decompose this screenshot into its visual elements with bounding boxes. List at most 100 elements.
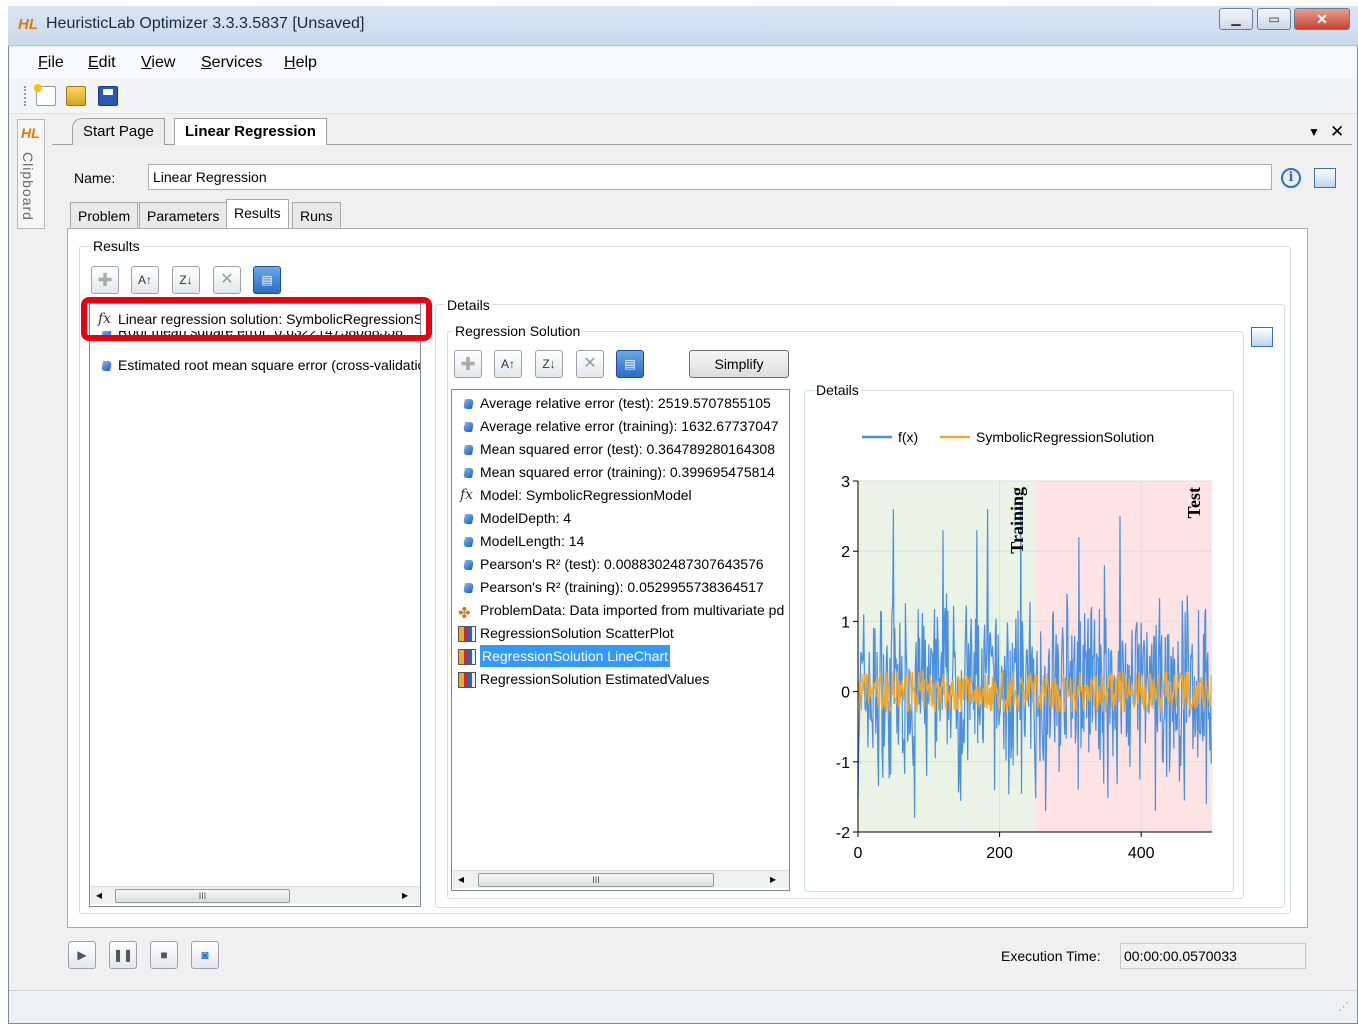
- scroll-left-arrow[interactable]: ◂: [96, 888, 102, 902]
- tab-parameters[interactable]: Parameters: [139, 202, 228, 228]
- tab-problem[interactable]: Problem: [70, 202, 139, 228]
- scroll-thumb[interactable]: III: [478, 873, 714, 887]
- chart-icon: [458, 672, 476, 688]
- list-item[interactable]: fx Model: SymbolicRegressionModel: [452, 484, 789, 507]
- play-button[interactable]: ▶: [68, 941, 96, 969]
- list-item[interactable]: Estimated root mean square error (cross-…: [90, 354, 420, 377]
- list-item[interactable]: ModelDepth: 4: [452, 507, 789, 530]
- sort-descending-button-solution[interactable]: Z↓: [535, 350, 563, 378]
- list-item[interactable]: Average relative error (training): 1632.…: [452, 415, 789, 438]
- tab-linear-regression[interactable]: Linear Regression: [174, 118, 327, 146]
- close-tab-icon[interactable]: ✕: [1330, 122, 1344, 142]
- scroll-left-arrow[interactable]: ◂: [458, 872, 464, 886]
- regression-solution-title: Regression Solution: [453, 323, 583, 339]
- tab-results[interactable]: Results: [226, 199, 289, 229]
- list-item[interactable]: Pearson's R² (training): 0.0529955738364…: [452, 576, 789, 599]
- menu-help[interactable]: Help: [284, 54, 317, 72]
- name-label: Name:: [74, 170, 116, 186]
- add-button-solution[interactable]: ✚: [454, 350, 482, 378]
- list-item[interactable]: ✤ ProblemData: Data imported from multiva…: [452, 599, 789, 622]
- reset-button[interactable]: ◙: [191, 941, 219, 969]
- highlight-annotation: [81, 297, 432, 341]
- view-host-icon-details[interactable]: [1251, 327, 1273, 347]
- legend-solution-label: SymbolicRegressionSolution: [976, 429, 1154, 445]
- y-tick-label: -1: [836, 755, 850, 772]
- list-item[interactable]: RegressionSolution EstimatedValues: [452, 668, 789, 691]
- y-tick-label: 0: [841, 685, 850, 702]
- stop-button[interactable]: ■: [150, 941, 178, 969]
- remove-button-solution[interactable]: ✕: [576, 350, 604, 378]
- scroll-right-arrow[interactable]: ▸: [402, 888, 408, 902]
- result-value-icon: [462, 560, 475, 570]
- x-tick-label: 0: [854, 845, 863, 862]
- y-tick-label: 3: [841, 474, 850, 491]
- line-chart[interactable]: f(x) SymbolicRegressionSolution 3 2 1 0 -1 -2…: [806, 398, 1232, 890]
- pause-button[interactable]: ❚❚: [109, 941, 137, 969]
- status-bar: [9, 990, 1357, 1022]
- list-item[interactable]: Pearson's R² (test): 0.00883024873076435…: [452, 553, 789, 576]
- save-icon[interactable]: [98, 86, 118, 106]
- tab-runs[interactable]: Runs: [292, 202, 341, 228]
- simplify-button[interactable]: Simplify: [689, 350, 789, 378]
- window-title: HeuristicLab Optimizer 3.3.3.5837 [Unsav…: [46, 15, 365, 32]
- results-list[interactable]: fx Linear regression solution: SymbolicRe…: [89, 303, 421, 907]
- results-title: Results: [91, 238, 142, 254]
- solution-hscrollbar[interactable]: ◂ III ▸: [452, 870, 789, 888]
- list-item[interactable]: Average relative error (test): 2519.5707…: [452, 392, 789, 415]
- name-input[interactable]: Linear Regression: [148, 164, 1272, 190]
- resize-grip-icon[interactable]: ⋰: [1338, 1000, 1349, 1013]
- result-value-icon: [462, 537, 475, 547]
- menu-services[interactable]: Services: [201, 54, 262, 72]
- plot-area: 3210-1-20 200 400Training Test: [836, 474, 1212, 862]
- solution-list[interactable]: Average relative error (test): 2519.5707…: [451, 389, 790, 891]
- sort-descending-button[interactable]: Z↓: [172, 266, 200, 294]
- list-item[interactable]: Mean squared error (training): 0.3996954…: [452, 461, 789, 484]
- chart-details-title: Details: [814, 382, 861, 398]
- remove-button[interactable]: ✕: [213, 266, 241, 294]
- menu-file[interactable]: File: [38, 54, 64, 72]
- scroll-thumb[interactable]: III: [115, 889, 290, 903]
- execution-time-label: Execution Time:: [1001, 948, 1101, 964]
- problem-data-icon: ✤: [458, 605, 471, 622]
- view-host-icon[interactable]: [1314, 168, 1336, 188]
- menu-view[interactable]: View: [141, 54, 175, 72]
- show-details-button-solution[interactable]: ▤: [616, 350, 644, 378]
- y-tick-label: 1: [841, 614, 850, 631]
- region-label-training: Training: [1007, 487, 1027, 554]
- toolbar: [9, 80, 1357, 114]
- result-value-icon: [462, 399, 475, 409]
- result-value-icon: [462, 445, 475, 455]
- x-tick-label: 200: [986, 845, 1013, 862]
- maximize-button[interactable]: ▭: [1257, 8, 1291, 30]
- sort-ascending-button-solution[interactable]: A↑: [494, 350, 522, 378]
- tab-dropdown-icon[interactable]: ▼: [1308, 125, 1320, 139]
- scroll-right-arrow[interactable]: ▸: [770, 872, 776, 886]
- result-value-icon: [462, 583, 475, 593]
- execution-time-value: 00:00:00.0570033: [1120, 943, 1306, 969]
- results-hscrollbar[interactable]: ◂ III ▸: [90, 886, 420, 904]
- new-icon[interactable]: [34, 84, 56, 106]
- result-value-icon: [462, 422, 475, 432]
- region-label-test: Test: [1184, 487, 1204, 518]
- show-details-button[interactable]: ▤: [253, 266, 281, 294]
- list-item[interactable]: Mean squared error (test): 0.36478928016…: [452, 438, 789, 461]
- toolbar-grip: [24, 86, 26, 106]
- menu-edit[interactable]: Edit: [88, 54, 116, 72]
- add-button[interactable]: ✚: [91, 266, 119, 294]
- result-value-icon: [100, 361, 113, 371]
- close-window-button[interactable]: ✕: [1294, 8, 1350, 30]
- list-item[interactable]: ModelLength: 14: [452, 530, 789, 553]
- minimize-button[interactable]: ▁: [1219, 8, 1253, 30]
- legend-fx-label: f(x): [898, 429, 918, 445]
- details-title: Details: [445, 297, 492, 313]
- tab-start-page[interactable]: Start Page: [72, 118, 165, 145]
- result-value-icon: [462, 468, 475, 478]
- list-item[interactable]: RegressionSolution ScatterPlot: [452, 622, 789, 645]
- clipboard-label[interactable]: Clipboard: [20, 152, 36, 221]
- list-item-selected[interactable]: RegressionSolution LineChart: [452, 645, 681, 668]
- open-icon[interactable]: [66, 86, 86, 106]
- chart-icon: [458, 626, 476, 642]
- info-icon[interactable]: i: [1281, 168, 1301, 188]
- function-icon: fx: [460, 487, 474, 503]
- sort-ascending-button[interactable]: A↑: [131, 266, 159, 294]
